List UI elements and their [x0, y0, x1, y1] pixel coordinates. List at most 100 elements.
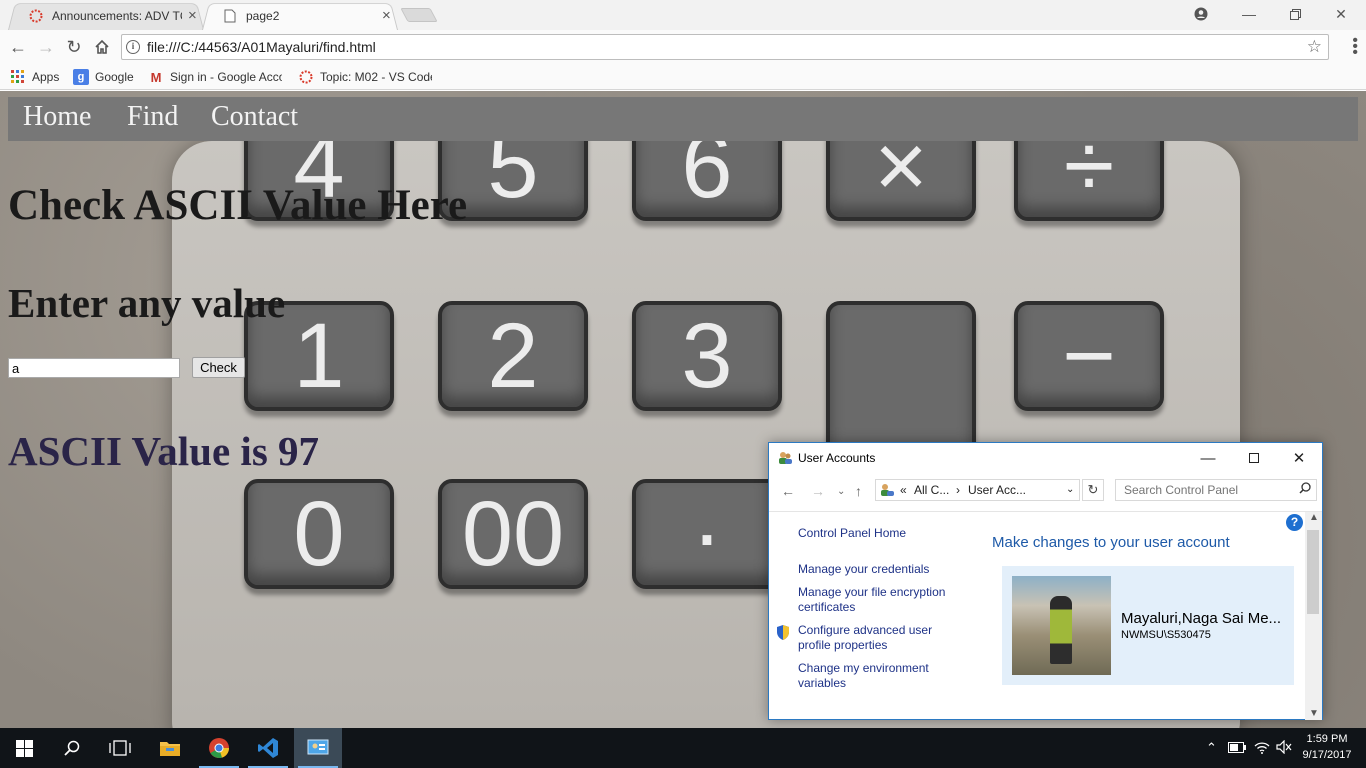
profile-icon[interactable] — [1178, 0, 1224, 28]
window-title: User Accounts — [798, 451, 876, 465]
chrome-icon[interactable] — [195, 728, 243, 768]
refresh-icon[interactable]: ↻ — [1082, 479, 1104, 501]
close-tab-icon[interactable]: × — [382, 7, 391, 24]
back-icon[interactable]: ← — [781, 483, 795, 499]
breadcrumb-overflow-icon[interactable]: « — [900, 483, 907, 497]
canvas-icon — [28, 8, 44, 24]
user-accounts-icon — [777, 450, 793, 471]
vscode-icon[interactable] — [244, 728, 292, 768]
tab-label: page2 — [246, 8, 280, 23]
user-accounts-window: User Accounts — ✕ ← → ⌄ ↑ « All C... › U… — [768, 442, 1323, 720]
close-window-icon[interactable]: ✕ — [1276, 443, 1322, 473]
google-icon: g — [73, 69, 89, 85]
task-view-icon[interactable] — [96, 728, 144, 768]
nav-link-contact[interactable]: Contact — [211, 101, 298, 133]
windows-logo-icon — [15, 739, 33, 757]
bookmark-label: Topic: M02 - VS Code — [320, 70, 432, 84]
search-icon[interactable] — [48, 728, 96, 768]
link-control-panel-home[interactable]: Control Panel Home — [798, 526, 906, 541]
reload-icon[interactable]: ↻ — [63, 36, 85, 58]
help-icon[interactable]: ? — [1286, 514, 1303, 531]
section-heading: Make changes to your user account — [992, 534, 1230, 551]
restore-icon[interactable] — [1272, 0, 1318, 28]
battery-icon[interactable] — [1228, 741, 1246, 756]
show-hidden-icons-chevron-icon[interactable]: ⌃ — [1206, 740, 1217, 756]
scroll-up-icon[interactable]: ▲ — [1309, 512, 1319, 523]
bookmark-apps[interactable]: Apps — [10, 67, 59, 87]
calc-key: 00 — [438, 479, 588, 589]
recent-locations-chevron-icon[interactable]: ⌄ — [837, 486, 845, 497]
link-manage-file-encryption[interactable]: Manage your file encryption certificates — [798, 585, 958, 615]
close-window-icon[interactable]: ✕ — [1318, 0, 1364, 28]
start-button[interactable] — [0, 728, 48, 768]
nav-link-home[interactable]: Home — [23, 101, 91, 133]
canvas-icon — [298, 69, 314, 85]
forward-icon[interactable]: → — [811, 483, 825, 499]
tab-strip: Announcements: ADV TC × page2 × — ✕ — [0, 0, 1366, 31]
window-title-bar[interactable]: User Accounts — ✕ — [769, 443, 1322, 473]
scroll-down-icon[interactable]: ▼ — [1309, 708, 1319, 719]
info-icon[interactable]: i — [126, 40, 140, 54]
gmail-icon: M — [150, 69, 162, 85]
user-account-card: Mayaluri,Naga Sai Me... NWMSU\S530475 — [1002, 566, 1294, 685]
account-domain: NWMSU\S530475 — [1121, 629, 1211, 641]
explorer-address-row: ← → ⌄ ↑ « All C... › User Acc... ⌄ ↻ — [769, 473, 1322, 511]
scrollbar-thumb[interactable] — [1307, 530, 1319, 614]
bookmark-gmail[interactable]: M Sign in - Google Acco — [148, 67, 282, 87]
page-title: Check ASCII Value Here — [8, 182, 468, 229]
volume-muted-icon[interactable] — [1276, 739, 1292, 757]
bookmark-label: Google — [95, 70, 134, 84]
calc-key: − — [1014, 301, 1164, 411]
shield-icon — [776, 625, 790, 645]
search-icon[interactable] — [1299, 482, 1311, 497]
calc-key: · — [632, 479, 782, 589]
url-text: file:///C:/44563/A01Mayaluri/find.html — [147, 39, 376, 55]
link-configure-advanced-profile[interactable]: Configure advanced user profile properti… — [798, 623, 948, 653]
control-panel-taskbar-icon[interactable] — [294, 728, 342, 768]
vertical-scrollbar[interactable]: ▲ ▼ — [1305, 512, 1322, 720]
file-explorer-icon[interactable] — [146, 728, 194, 768]
value-input[interactable] — [8, 358, 180, 378]
breadcrumb-item[interactable]: User Acc... — [968, 483, 1026, 497]
link-manage-credentials[interactable]: Manage your credentials — [798, 562, 929, 577]
search-input[interactable] — [1115, 479, 1317, 501]
chevron-down-icon[interactable]: ⌄ — [1066, 484, 1074, 495]
calc-key: 0 — [244, 479, 394, 589]
ascii-result: ASCII Value is 97 — [8, 428, 320, 474]
calc-key: 3 — [632, 301, 782, 411]
clock-date: 9/17/2017 — [1302, 749, 1352, 761]
system-clock[interactable]: 1:59 PM 9/17/2017 — [1296, 731, 1358, 763]
tab-page2[interactable]: page2 × — [202, 1, 398, 31]
breadcrumb-item[interactable]: All C... — [914, 483, 949, 497]
bookmark-label: Sign in - Google Acco — [170, 70, 282, 84]
up-arrow-icon[interactable]: ↑ — [855, 483, 862, 499]
breadcrumb[interactable]: « All C... › User Acc... ⌄ — [875, 479, 1080, 501]
apps-grid-icon — [10, 69, 26, 85]
maximize-icon[interactable] — [1231, 443, 1277, 473]
control-panel-icon — [879, 482, 895, 501]
document-icon — [222, 8, 238, 24]
site-nav-bar: Home Find Contact — [8, 97, 1358, 141]
user-avatar — [1012, 576, 1111, 675]
calc-key: 2 — [438, 301, 588, 411]
close-tab-icon[interactable]: × — [188, 7, 197, 24]
account-name: Mayaluri,Naga Sai Me... — [1121, 610, 1282, 627]
tab-announcements[interactable]: Announcements: ADV TC × — [8, 1, 204, 31]
address-bar[interactable]: i file:///C:/44563/A01Mayaluri/find.html… — [121, 34, 1329, 60]
new-tab-button[interactable] — [400, 8, 438, 22]
browser-toolbar: ← → ↻ i file:///C:/44563/A01Mayaluri/fin… — [0, 30, 1366, 64]
check-button[interactable]: Check — [192, 357, 245, 378]
back-icon[interactable]: ← — [7, 36, 29, 58]
minimize-icon[interactable]: — — [1185, 443, 1231, 473]
home-icon[interactable] — [91, 36, 113, 58]
nav-link-find[interactable]: Find — [127, 101, 178, 133]
star-icon[interactable]: ☆ — [1307, 37, 1322, 57]
bookmark-canvas[interactable]: Topic: M02 - VS Code — [298, 67, 432, 87]
bookmark-google[interactable]: g Google — [73, 67, 134, 87]
link-change-environment-variables[interactable]: Change my environment variables — [798, 661, 948, 691]
wifi-icon[interactable] — [1254, 740, 1270, 757]
menu-icon[interactable]: • • • — [1352, 33, 1358, 61]
tab-label: Announcements: ADV TC — [52, 8, 182, 23]
forward-icon[interactable]: → — [35, 36, 57, 58]
minimize-icon[interactable]: — — [1226, 0, 1272, 28]
